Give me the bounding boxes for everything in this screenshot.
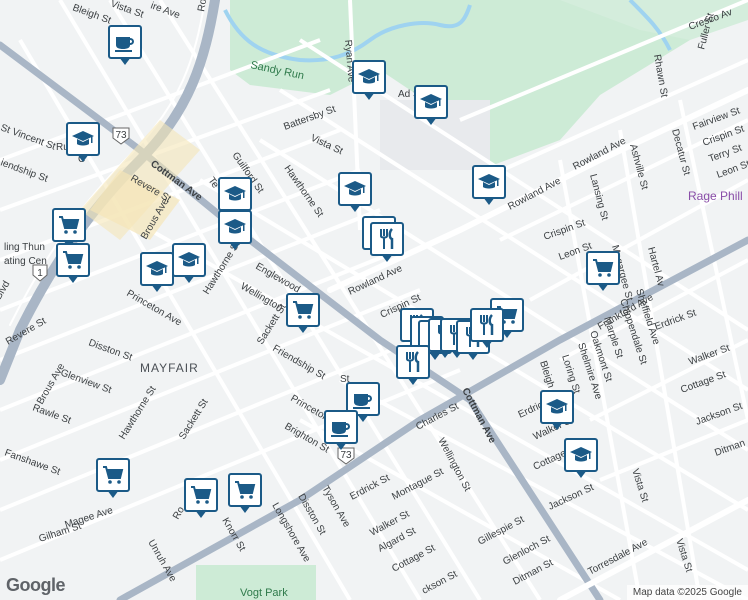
shopping-poi-marker[interactable] [56,243,94,289]
fork-knife-icon [396,345,430,379]
school-poi-marker[interactable] [540,390,578,436]
shopping-cart-icon [56,243,90,277]
fork-knife-icon [470,308,504,342]
shopping-cart-icon [586,251,620,285]
school-poi-marker[interactable] [352,60,390,106]
shopping-cart-icon [52,208,86,242]
graduation-cap-icon [414,85,448,119]
google-logo: Google [6,575,66,595]
svg-text:Ro: Ro [196,0,209,13]
shopping-cart-icon [96,458,130,492]
svg-text:1: 1 [37,268,43,279]
school-poi-marker[interactable] [414,85,452,131]
marker-pointer [297,325,309,333]
marker-pointer [107,490,119,498]
graduation-cap-icon [352,60,386,94]
mayfair-label: MAYFAIR [140,361,199,375]
marker-pointer [575,470,587,478]
shopping-poi-marker[interactable] [184,478,222,524]
map-attribution[interactable]: Map data ©2025 Google [626,585,748,600]
skating-poi-label-2: ating Cen [4,256,47,267]
restaurant-poi-marker[interactable] [370,222,408,268]
marker-pointer [597,283,609,291]
marker-pointer [335,442,347,450]
marker-pointer [407,377,419,385]
graduation-cap-icon [564,438,598,472]
shopping-cart-icon [228,473,262,507]
graduation-cap-icon [218,177,252,211]
marker-pointer [425,117,437,125]
shopping-poi-marker[interactable] [228,473,266,519]
marker-pointer [119,57,131,65]
skating-poi-label: ling Thun [4,242,45,253]
shopping-poi-marker[interactable] [286,293,324,339]
graduation-cap-icon [338,172,372,206]
marker-pointer [349,204,361,212]
graduation-cap-icon [472,165,506,199]
school-poi-marker[interactable] [140,252,178,298]
marker-pointer [483,197,495,205]
marker-pointer [195,510,207,518]
rage-poi-label: Rage Phill [688,189,743,203]
marker-pointer [151,284,163,292]
marker-pointer [239,505,251,513]
graduation-cap-icon [218,210,252,244]
school-poi-marker[interactable] [66,122,104,168]
graduation-cap-icon [140,252,174,286]
marker-pointer [381,254,393,262]
coffee-poi-marker[interactable] [108,25,146,71]
marker-pointer [363,92,375,100]
shopping-poi-marker[interactable] [96,458,134,504]
vogt-park-label: Vogt Park [240,587,288,599]
coffee-cup-icon [324,410,358,444]
marker-pointer [77,154,89,162]
fork-knife-icon [370,222,404,256]
shopping-cart-icon [184,478,218,512]
restaurant-poi-marker[interactable] [396,345,434,391]
school-poi-marker[interactable] [472,165,510,211]
marker-pointer [183,275,195,283]
marker-pointer [481,340,493,348]
graduation-cap-icon [66,122,100,156]
shopping-poi-marker[interactable] [586,251,624,297]
coffee-cup-icon [108,25,142,59]
svg-text:73: 73 [115,130,127,141]
school-poi-marker[interactable] [564,438,602,484]
marker-pointer [551,422,563,430]
marker-pointer [67,275,79,283]
shopping-cart-icon [286,293,320,327]
school-poi-marker[interactable] [218,210,256,256]
coffee-poi-marker[interactable] [324,410,362,456]
restaurant-poi-marker[interactable] [470,308,508,354]
marker-pointer [229,242,241,250]
school-poi-marker[interactable] [338,172,376,218]
graduation-cap-icon [540,390,574,424]
